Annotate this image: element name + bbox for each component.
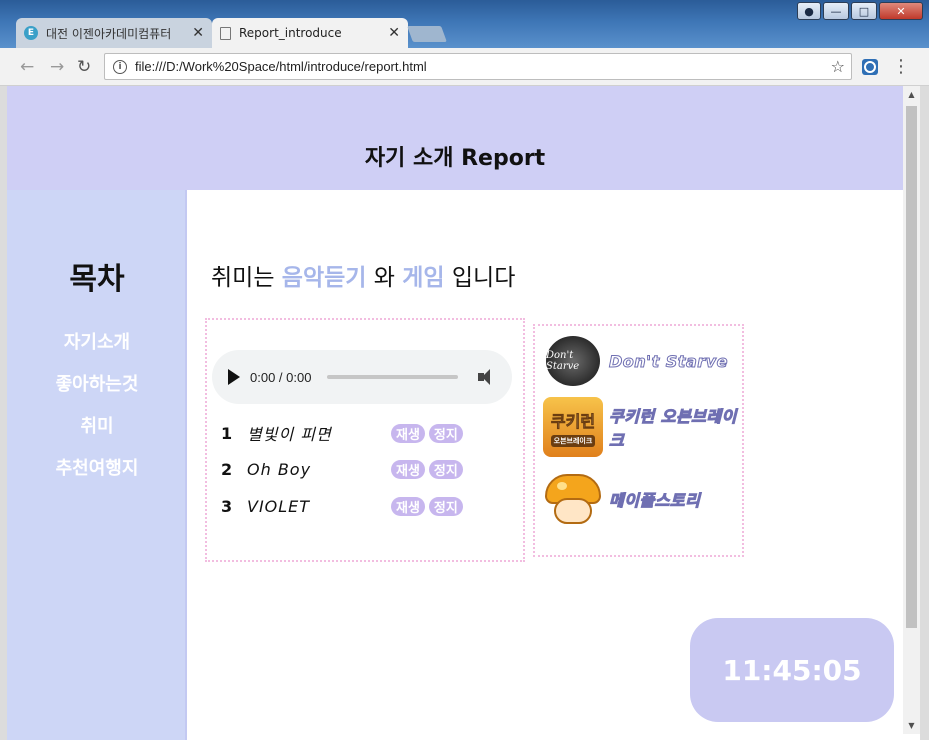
page-viewport: 자기 소개 Report 목차 자기소개 좋아하는것 취미 추천여행지 취미는 … [7,86,903,740]
song-row: 3 VIOLET 재생 정지 [221,493,521,519]
cookie-run-logo-subtitle: 오븐브레이크 [550,434,596,447]
digital-clock: 11:45:05 [690,618,894,722]
song-number: 3 [221,496,233,516]
scroll-up-arrow-icon[interactable]: ▲ [903,90,920,99]
game-item-maplestory: 메이플스토리 [543,468,700,530]
sidebar-item-hobbies[interactable]: 취미 [7,412,187,438]
stop-button[interactable]: 정지 [428,423,463,443]
song-title: Oh Boy [247,459,312,479]
tab-close-icon[interactable]: ✕ [192,25,204,41]
audio-seek-bar[interactable] [327,375,458,379]
headline-middle: 와 [366,265,403,291]
browser-toolbar: ← → ↻ i file:///D:/Work%20Space/html/int… [0,48,929,86]
sidebar-item-favorites[interactable]: 좋아하는것 [7,370,187,396]
close-window-button[interactable]: ✕ [879,2,923,20]
dont-starve-logo-text: Don't Starve [546,336,600,386]
games-panel: Don't Starve Don't Starve 쿠키런 오븐브레이크 쿠키런… [533,324,744,557]
song-title: 별빛이 피면 [247,425,332,444]
game-name: 쿠키런 오븐브레이크 [609,407,737,451]
tab-title: Report_introduce [239,26,342,40]
page-title: 자기 소개 Report [364,146,546,171]
hobby-game: 게임 [402,265,445,291]
game-item-cookie-run: 쿠키런 오븐브레이크 쿠키런 오븐브레이크 [543,396,742,458]
volume-icon[interactable] [478,369,496,385]
play-icon[interactable] [228,369,240,385]
headline-prefix: 취미는 [211,265,282,291]
play-button[interactable]: 재생 [391,496,425,516]
maximize-button[interactable]: □ [851,2,877,20]
ezen-favicon-icon: E [24,26,38,40]
hobby-headline: 취미는 음악듣기 와 게임 입니다 [211,258,515,292]
forward-arrow-icon[interactable]: → [50,57,64,77]
cookie-run-icon: 쿠키런 오븐브레이크 [543,397,603,457]
song-title: VIOLET [247,496,311,516]
window-frame-left [0,86,7,740]
sidebar: 목차 자기소개 좋아하는것 취미 추천여행지 [7,190,187,740]
page-header: 자기 소개 Report [7,86,903,190]
music-panel: 0:00 / 0:00 1 별빛이 피면 재생 정지 2 Oh Boy 재생 정… [205,318,525,562]
window-titlebar: ● — □ ✕ E 대전 이젠아카데미컴퓨터 ✕ Report_introduc… [0,0,929,48]
reload-icon[interactable]: ↻ [77,57,91,77]
play-button[interactable]: 재생 [391,423,425,443]
audio-time: 0:00 / 0:00 [250,369,312,385]
info-icon[interactable]: i [113,59,127,74]
sidebar-item-self-intro[interactable]: 자기소개 [7,328,187,354]
audio-player[interactable]: 0:00 / 0:00 [212,350,512,404]
song-row: 2 Oh Boy 재생 정지 [221,456,521,482]
scroll-thumb[interactable] [906,106,917,628]
menu-dots-icon[interactable]: ⋮ [892,56,910,77]
game-item-dont-starve: Don't Starve Don't Starve [543,330,728,392]
song-number: 2 [221,459,233,479]
tab-title: 대전 이젠아카데미컴퓨터 [46,26,172,41]
dont-starve-icon: Don't Starve [543,331,603,391]
minimize-button[interactable]: — [823,2,849,20]
headline-suffix: 입니다 [444,265,516,291]
hobby-music: 음악듣기 [281,265,367,291]
sidebar-item-travel[interactable]: 추천여행지 [7,454,187,480]
game-name: 메이플스토리 [608,491,701,511]
stop-button[interactable]: 정지 [428,459,463,479]
address-bar[interactable]: i file:///D:/Work%20Space/html/introduce… [104,53,852,80]
url-text[interactable]: file:///D:/Work%20Space/html/introduce/r… [135,59,831,74]
song-number: 1 [221,423,233,443]
game-name: Don't Starve [609,351,728,371]
window-controls: ● — □ ✕ [797,2,923,20]
scroll-down-arrow-icon[interactable]: ▼ [903,721,920,730]
tab-report-introduce[interactable]: Report_introduce ✕ [212,18,408,48]
play-button[interactable]: 재생 [391,459,425,479]
back-arrow-icon[interactable]: ← [20,57,34,77]
profile-icon[interactable]: ● [797,2,821,20]
extension-icon[interactable] [862,59,878,75]
window-frame-right [920,86,929,740]
maplestory-mushroom-icon [543,469,603,529]
song-row: 1 별빛이 피면 재생 정지 [221,420,521,446]
cookie-run-logo-text: 쿠키런 [550,411,596,431]
bookmark-star-icon[interactable]: ☆ [831,57,845,76]
tab-close-icon[interactable]: ✕ [388,25,400,41]
stop-button[interactable]: 정지 [428,496,463,516]
toc-title: 목차 [69,262,125,297]
tab-ezen-academy[interactable]: E 대전 이젠아카데미컴퓨터 ✕ [16,18,212,48]
vertical-scrollbar[interactable]: ▲ ▼ [903,86,920,734]
new-tab-button[interactable] [407,26,447,42]
document-favicon-icon [220,26,231,40]
